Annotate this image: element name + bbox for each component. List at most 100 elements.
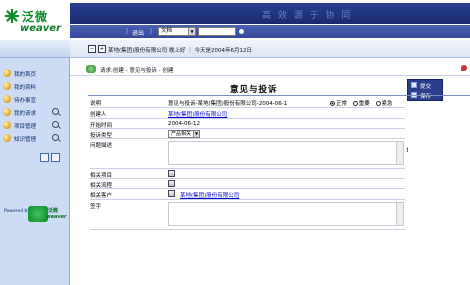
nav-separator: | (126, 28, 129, 35)
sidebar-header (0, 40, 70, 58)
related-customer-link[interactable]: 某地(集团)股份有限公司 (180, 191, 239, 199)
form-row-start-date: 开始时间 2004-06-12 (90, 119, 405, 129)
creator-label: 创建人 (90, 112, 107, 118)
sidebar-item-label: 我的首页 (14, 72, 37, 78)
sidebar-item-label: 我的请求 (14, 111, 37, 117)
textarea-scrollbar[interactable] (396, 203, 403, 225)
issue-description-label: 问题描述 (90, 143, 113, 149)
globe-icon (3, 95, 11, 103)
textarea-scrollbar[interactable] (396, 142, 403, 164)
complaint-type-value: 产品相关 (171, 131, 192, 137)
creator-link[interactable]: 某地(集团)股份有限公司 (168, 110, 227, 118)
chevron-down-icon: ▼ (188, 28, 195, 35)
globe-icon (3, 134, 11, 142)
complaint-type-label: 投诉类型 (90, 133, 113, 139)
sidebar-item-label: 知识管理 (14, 137, 37, 143)
search-go-icon[interactable] (238, 28, 245, 35)
top-banner: 高 效 源 于 协 同 (70, 3, 470, 25)
request-icon (86, 65, 96, 73)
logo-text-en: weaver (20, 23, 62, 34)
search-category-select[interactable]: 文档 ▼ (158, 27, 196, 36)
sidebar-item-label: 待办事宜 (14, 98, 37, 104)
sidebar-item-projects[interactable]: 项目管理 (3, 120, 67, 131)
complaint-type-select[interactable]: 产品相关 ▼ (168, 130, 200, 138)
radio-unchecked-icon (375, 101, 381, 106)
top-nav-bar: | 退出 | 文档 ▼ (70, 25, 470, 38)
urgency-option-important[interactable]: 重要 (352, 101, 370, 107)
search-icon[interactable] (52, 121, 59, 128)
browse-project-icon[interactable] (168, 170, 175, 177)
sidebar-item-label: 项目管理 (14, 124, 37, 130)
urgency-option-urgent[interactable]: 紧急 (375, 101, 393, 107)
description-value: 意见与投诉-某地(集团)股份有限公司-2004-06-1 (168, 101, 288, 107)
brand-logo: 泛微 weaver (3, 5, 69, 37)
logo-star-icon (5, 9, 19, 23)
form-row-signature: 签字 (90, 200, 405, 230)
browse-customer-icon[interactable] (168, 190, 175, 197)
nav-separator: | (150, 28, 153, 35)
save-label: 保存 (420, 94, 432, 100)
weaver-star-icon (28, 206, 48, 222)
app-header: 泛微 weaver 高 效 源 于 协 同 | 退出 | 文档 ▼ (0, 0, 470, 40)
expand-icon[interactable]: + (98, 45, 106, 53)
description-label: 说明 (90, 101, 102, 107)
submit-label: 提交 (420, 84, 432, 90)
mini-logo-en: weaver (46, 214, 67, 220)
form-row-issue-description: 问题描述 ! (90, 139, 409, 169)
breadcrumb: 请求:创建 - 意见与投诉 - 创建 (100, 68, 174, 74)
submit-button[interactable]: 提交 (411, 81, 441, 90)
search-category-value: 文档 (161, 28, 173, 34)
form-row-complaint-type: 投诉类型 产品相关 ▼ (90, 129, 405, 139)
signature-label: 签字 (90, 204, 102, 210)
left-sidebar: 我的首页 我的资料 待办事宜 我的请求 项目管理 知识管理 Powered by… (0, 40, 70, 285)
sidebar-item-label: 我的资料 (14, 85, 37, 91)
document-icon[interactable] (51, 153, 60, 162)
urgency-option-normal[interactable]: 正常 (330, 101, 347, 107)
form-row-related-customer: 相关客户 某地(集团)股份有限公司 (90, 189, 405, 200)
globe-icon (3, 108, 11, 116)
mini-logo-cn: 泛微 (48, 208, 59, 214)
search-input[interactable] (198, 27, 236, 36)
logout-link[interactable]: 退出 (132, 28, 144, 37)
form-divider (88, 95, 470, 96)
form-row-related-project: 相关项目 (90, 169, 405, 179)
issue-description-textarea[interactable] (168, 141, 404, 165)
related-flow-label: 相关流程 (90, 183, 113, 189)
urgency-urgent-label: 紧急 (381, 101, 393, 107)
pin-icon[interactable] (461, 65, 467, 71)
sidebar-item-knowledge[interactable]: 知识管理 (3, 133, 67, 144)
collapse-icon[interactable]: − (88, 45, 96, 53)
sidebar-item-todo[interactable]: 待办事宜 (3, 94, 67, 105)
chevron-down-icon: ▼ (193, 131, 199, 137)
required-mark: ! (406, 147, 409, 154)
urgency-important-label: 重要 (358, 101, 370, 107)
info-bar: − + 某地(集团)股份有限公司 晚上好 ｜ 今天是2004年6月12日 (70, 40, 470, 58)
greeting-text: 某地(集团)股份有限公司 晚上好 ｜ 今天是2004年6月12日 (108, 48, 253, 54)
globe-icon (3, 82, 11, 90)
globe-icon (3, 121, 11, 129)
related-project-label: 相关项目 (90, 173, 113, 179)
sidebar-tools (40, 153, 62, 164)
action-menu: 提交 保存 (407, 79, 443, 101)
main-content: − + 某地(集团)股份有限公司 晚上好 ｜ 今天是2004年6月12日 请求:… (70, 40, 470, 285)
submit-icon (411, 82, 417, 88)
powered-by-badge: Powered by 泛微 weaver (4, 206, 67, 222)
urgency-normal-label: 正常 (336, 101, 348, 107)
banner-slogan: 高 效 源 于 协 同 (262, 11, 353, 21)
signature-textarea[interactable] (168, 202, 404, 226)
form-title: 意见与投诉 (230, 85, 278, 95)
globe-icon (3, 69, 11, 77)
urgency-radio-group: 正常 重要 紧急 (330, 99, 397, 107)
start-date-label: 开始时间 (90, 123, 113, 129)
browse-flow-icon[interactable] (168, 180, 175, 187)
search-icon[interactable] (52, 108, 59, 115)
breadcrumb-bar: 请求:创建 - 意见与投诉 - 创建 (70, 62, 470, 76)
edit-icon[interactable] (40, 153, 49, 162)
sidebar-item-profile[interactable]: 我的资料 (3, 81, 67, 92)
powered-by-text: Powered by (4, 209, 31, 214)
search-icon[interactable] (52, 134, 59, 141)
sidebar-item-requests[interactable]: 我的请求 (3, 107, 67, 118)
related-customer-label: 相关客户 (90, 193, 113, 199)
sidebar-item-home[interactable]: 我的首页 (3, 68, 67, 79)
form-row-creator: 创建人 某地(集团)股份有限公司 (90, 108, 405, 119)
